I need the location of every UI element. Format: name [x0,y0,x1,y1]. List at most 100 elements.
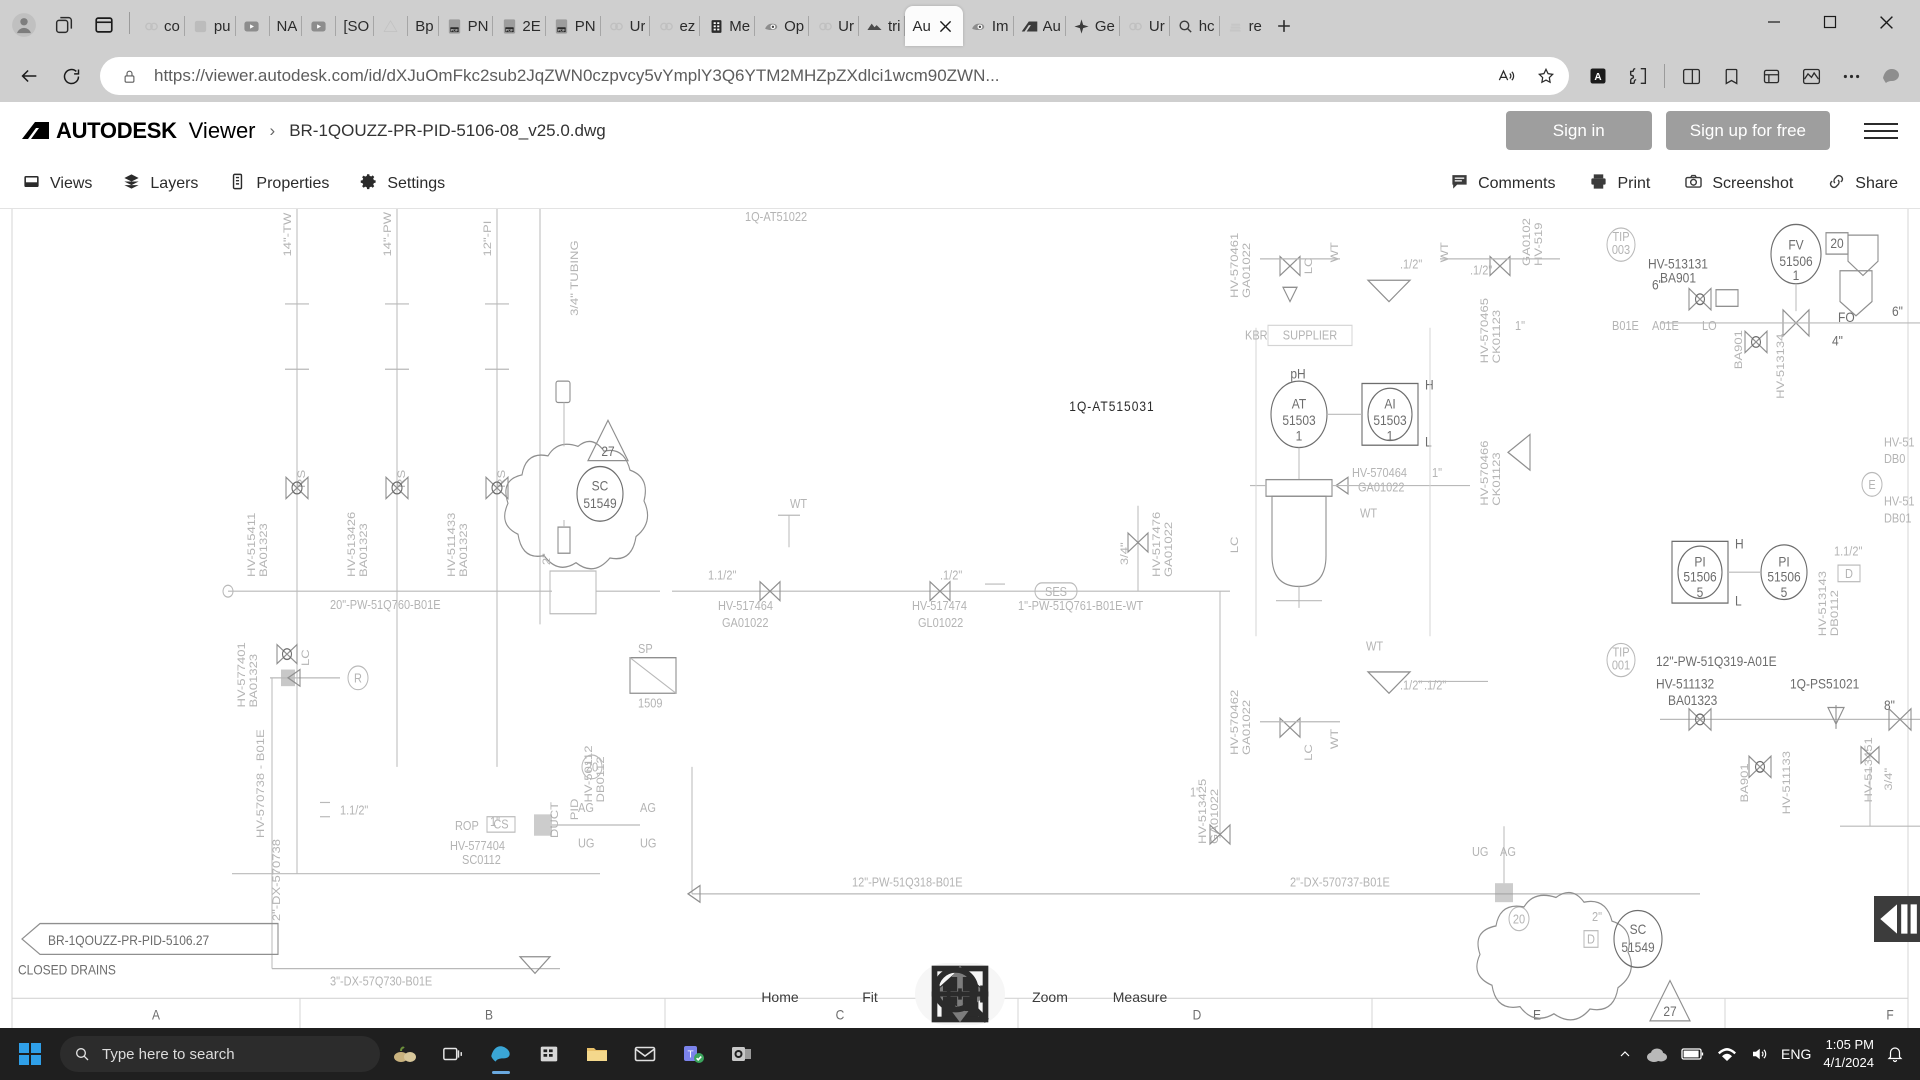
pdf-icon: PDF [500,17,518,35]
link-icon [608,17,626,35]
browser-tab[interactable]: Me [700,6,754,46]
favorites-icon[interactable] [1712,57,1750,95]
bottom-tool-measure[interactable]: Measure [931,963,1185,1025]
browser-tab[interactable]: Op [755,6,808,46]
sign-in-button[interactable]: Sign in [1505,111,1652,150]
close-button[interactable] [1858,0,1914,44]
toolbar-item-settings[interactable]: Settings [359,172,445,196]
svg-text:12"-PI: 12"-PI [481,221,494,257]
svg-text:1: 1 [1387,427,1394,443]
notifications-icon[interactable] [1886,1045,1904,1063]
tray-expand-icon[interactable] [1617,1046,1633,1062]
valve-hv-517476: 3/4" HV-517476 GA01022 [1118,505,1175,592]
sign-up-button[interactable]: Sign up for free [1665,111,1830,150]
language-indicator[interactable]: ENG [1781,1046,1811,1062]
minimize-button[interactable] [1746,0,1802,44]
toolbar-item-views[interactable]: Views [22,172,92,196]
toolbar-item-properties[interactable]: Properties [228,172,329,196]
browser-essentials-icon[interactable] [1792,57,1830,95]
address-bar[interactable]: https://viewer.autodesk.com/id/dXJuOmFkc… [100,57,1569,95]
taskbar-search[interactable]: Type here to search [60,1036,380,1072]
browser-tab[interactable] [302,6,335,46]
new-tab-button[interactable] [1266,8,1302,44]
teams-icon[interactable]: T [670,1031,716,1077]
outlook-icon[interactable] [718,1031,764,1077]
svg-text:1.1/2": 1.1/2" [708,567,736,582]
tab-label: 2E [522,17,541,35]
toolbar-item-label: Views [50,174,93,192]
tab-label: Au [1042,17,1061,35]
start-button[interactable] [6,1030,54,1078]
workspaces-icon[interactable] [44,5,84,45]
weather-cloud-icon[interactable] [1645,1045,1669,1063]
favorite-star-icon[interactable] [1531,61,1561,91]
taskbar-clock[interactable]: 1:05 PM 4/1/2024 [1823,1036,1874,1071]
browser-tab[interactable]: PDF PN [439,6,493,46]
cortana-icon[interactable] [382,1031,428,1077]
svg-text:12"-PW-51Q318-B01E: 12"-PW-51Q318-B01E [852,875,963,890]
browser-tab[interactable]: Im [963,6,1013,46]
copilot-icon[interactable] [1872,57,1910,95]
svg-text:14"-PW: 14"-PW [381,211,394,256]
mail-icon[interactable] [622,1031,668,1077]
read-aloud-icon[interactable] [1491,61,1521,91]
battery-icon[interactable] [1681,1047,1705,1061]
collections-icon[interactable] [1752,57,1790,95]
svg-text:HV-570738 - B01E: HV-570738 - B01E [254,729,267,838]
browser-tab[interactable]: Ur [601,6,650,46]
toolbar-item-print[interactable]: Print [1589,172,1650,196]
drawing-canvas[interactable]: .ln{stroke:#b9b9b9;stroke-width:1;fill:n… [0,209,1920,1028]
browser-tab[interactable] [374,6,407,46]
browser-tab[interactable]: hc [1170,6,1219,46]
split-screen-icon[interactable] [1672,57,1710,95]
store-icon[interactable] [526,1031,572,1077]
svg-text:14"-TW: 14"-TW [281,212,294,256]
svg-text:51506: 51506 [1683,569,1716,585]
browser-tab-active[interactable]: Au [905,6,963,46]
autodesk-logo[interactable]: AUTODESK Viewer [22,118,256,144]
browser-tab[interactable]: re [1220,6,1266,46]
browser-tab[interactable]: Ur [809,6,858,46]
browser-tab[interactable]: NA [270,6,302,46]
svg-text:CLOSED DRAINS: CLOSED DRAINS [18,962,116,978]
settings-more-icon[interactable] [1832,57,1870,95]
svg-text:1": 1" [1190,785,1200,800]
toolbar-item-layers[interactable]: Layers [122,172,198,196]
extensions-icon[interactable] [1619,57,1657,95]
toolbar-item-comments[interactable]: Comments [1450,172,1555,196]
maximize-button[interactable] [1802,0,1858,44]
browser-tab[interactable]: Au [1014,6,1065,46]
svg-text:1.1/2": 1.1/2" [340,802,368,817]
browser-tab[interactable]: [SO [336,6,373,46]
browser-tab[interactable]: co [135,6,184,46]
tab-label: PN [467,17,489,35]
toolbar-item-screenshot[interactable]: Screenshot [1684,172,1793,196]
svg-text:HV-51: HV-51 [1884,494,1915,509]
task-view-icon[interactable] [430,1031,476,1077]
volume-icon[interactable] [1749,1045,1769,1063]
network-icon[interactable] [1717,1046,1737,1062]
browser-tab[interactable]: PDF PN [546,6,600,46]
blender-icon [762,17,780,35]
tab-close-icon[interactable] [935,15,957,37]
menu-icon[interactable] [1864,114,1898,148]
toolbar-item-share[interactable]: Share [1827,172,1898,196]
profile-avatar-icon[interactable] [4,5,44,45]
browser-tab[interactable]: ez [650,6,699,46]
file-explorer-icon[interactable] [574,1031,620,1077]
edge-icon[interactable] [478,1031,524,1077]
extension-a-icon[interactable]: A [1579,57,1617,95]
browser-tab[interactable]: Ur [1120,6,1169,46]
browser-tab[interactable]: Bp [408,6,437,46]
reload-button[interactable] [52,57,90,95]
browser-tab[interactable]: tri [859,6,905,46]
browser-tab[interactable]: PDF 2E [493,6,544,46]
svg-text:1509: 1509 [638,696,663,711]
browser-tab[interactable]: Ge [1066,6,1119,46]
back-button[interactable] [10,57,48,95]
browser-tab[interactable] [236,6,269,46]
tab-strip-divider [129,12,130,34]
browser-tab[interactable]: pu [185,6,235,46]
tab-actions-icon[interactable] [84,5,124,45]
panel-collapse-button[interactable] [1874,896,1920,942]
